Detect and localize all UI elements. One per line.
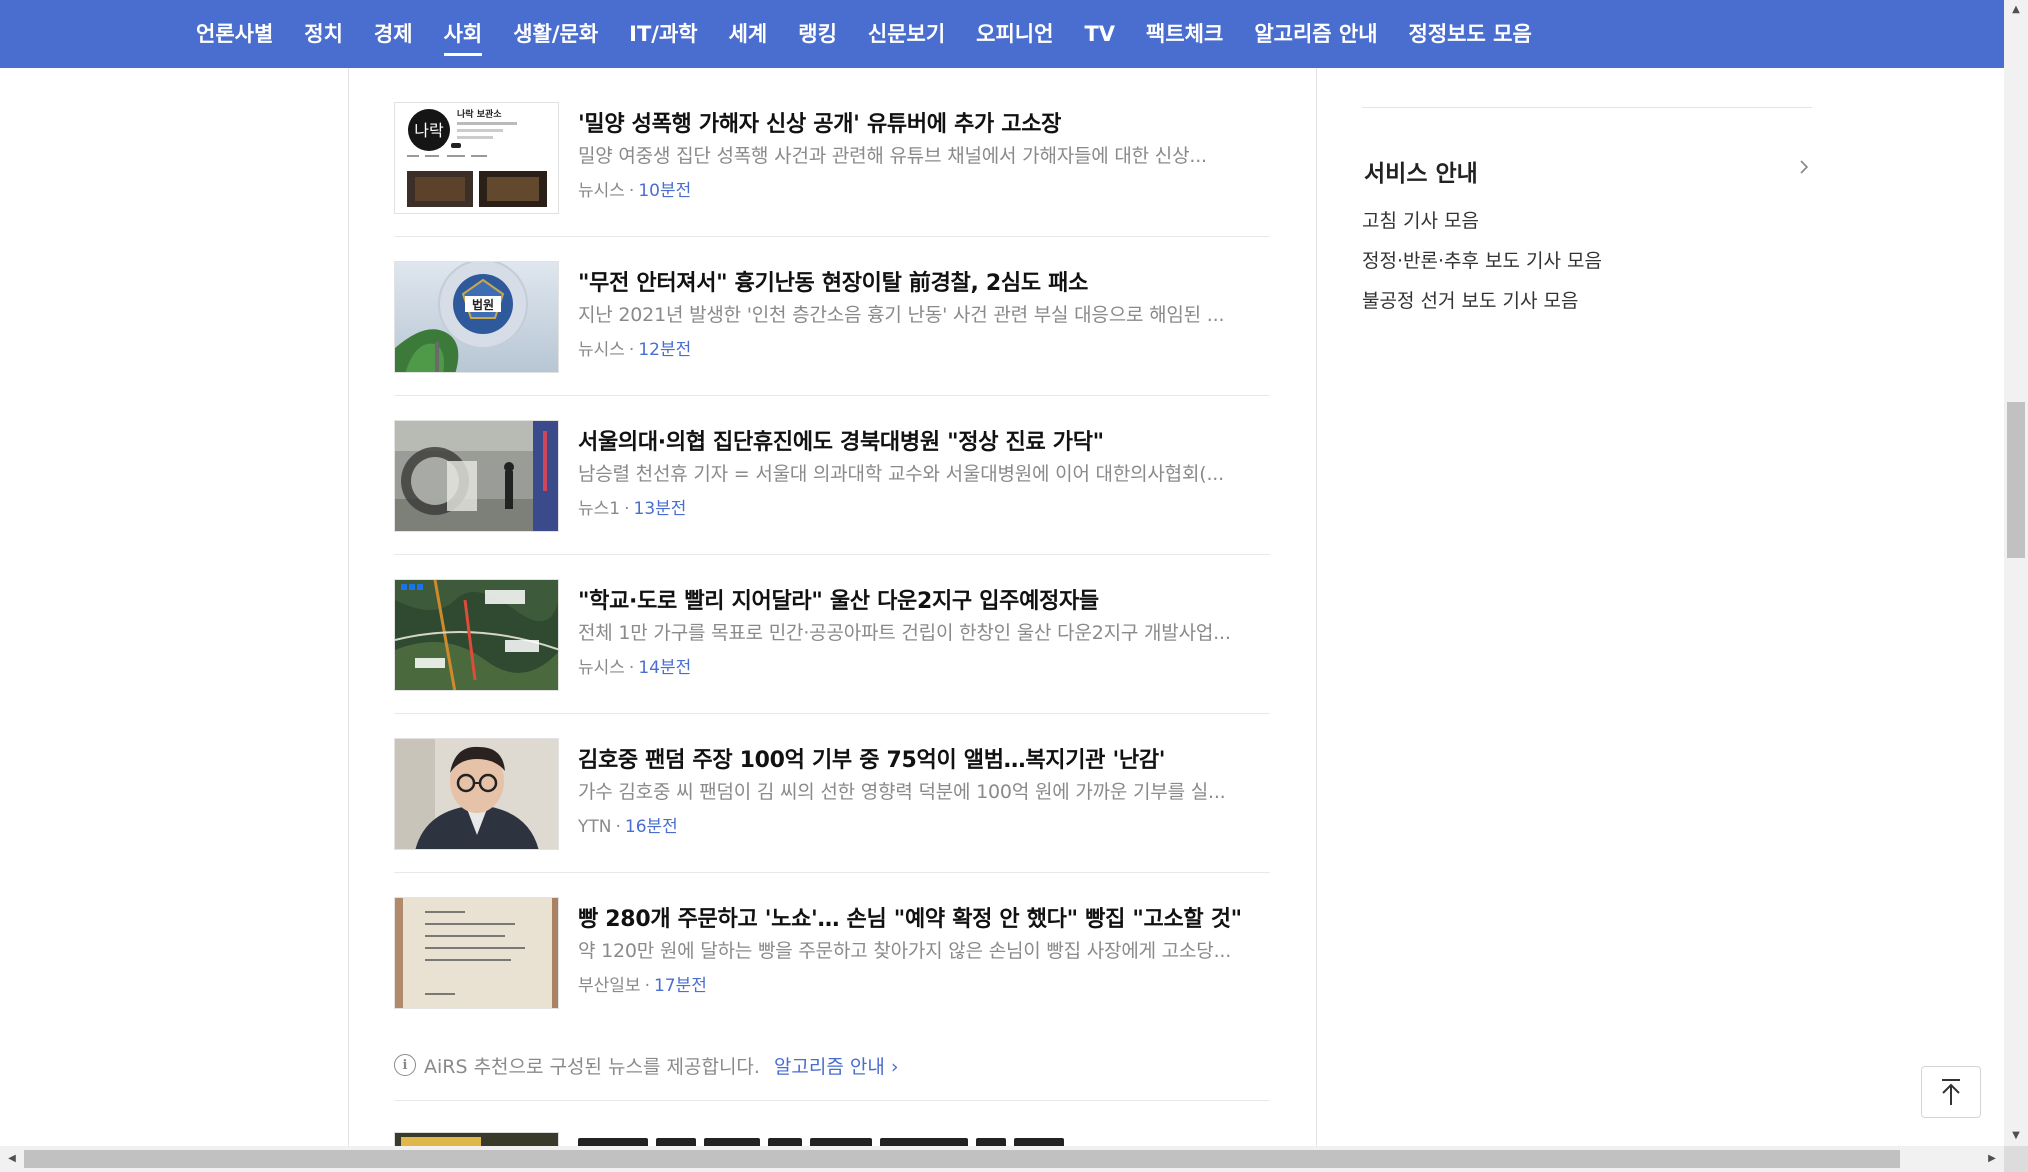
vertical-scrollbar-thumb[interactable]	[2007, 402, 2025, 558]
article-title-cropped	[578, 1132, 1138, 1147]
article-list: 나락 나락 보관소 '밀양 성폭행 가해자 신상 공개' 유튜버에 추가 고소장…	[394, 78, 1270, 1032]
airs-notice: i AiRS 추천으로 구성된 뉴스를 제공합니다. 알고리즘 안내 ›	[394, 1030, 1270, 1100]
scroll-down-arrow-icon[interactable]: ▼	[2004, 1126, 2028, 1146]
article-source: YTN	[578, 817, 612, 837]
article-meta: 뉴스1 · 13분전	[578, 494, 686, 519]
nav-item[interactable]: 경제	[374, 0, 413, 68]
article-meta: 뉴시스 · 14분전	[578, 653, 691, 678]
nav-item[interactable]: 팩트체크	[1146, 0, 1223, 68]
arrow-up-icon	[1942, 1079, 1960, 1105]
list-item[interactable]: "학교·도로 빨리 지어달라" 울산 다운2지구 입주예정자들 전체 1만 가구…	[394, 555, 1270, 714]
nav-menu: 언론사별 정치 경제 사회 생활/문화 IT/과학 세계 랭킹 신문보기 오피니언 TV 팩트체크 알고…	[196, 0, 1563, 68]
service-link-corrected-articles[interactable]: 고침 기사 모음	[1362, 206, 1479, 233]
meta-separator: ·	[628, 181, 635, 201]
meta-separator: ·	[644, 976, 650, 996]
chevron-right-icon[interactable]	[1797, 160, 1811, 174]
article-title[interactable]: "무전 안터져서" 흉기난동 현장이탈 前경찰, 2심도 패소	[578, 265, 1270, 297]
nav-item[interactable]: 오피니언	[976, 0, 1053, 68]
article-title[interactable]: 빵 280개 주문하고 '노쇼'… 손님 "예약 확정 안 했다" 빵집 "고소…	[578, 901, 1270, 933]
info-icon: i	[394, 1054, 416, 1076]
list-item[interactable]: 나락 나락 보관소 '밀양 성폭행 가해자 신상 공개' 유튜버에 추가 고소장…	[394, 78, 1270, 237]
article-meta: 뉴시스 · 10분전	[578, 176, 691, 201]
article-meta: 부산일보 · 17분전	[578, 971, 707, 996]
article-title[interactable]: 김호중 팬덤 주장 100억 기부 중 75억이 앨범…복지기관 '난감'	[578, 742, 1270, 774]
content-border-left	[348, 68, 349, 1146]
scrollbar-corner	[2004, 1146, 2028, 1172]
back-to-top-button[interactable]	[1921, 1066, 1981, 1118]
article-summary[interactable]: 가수 김호중 씨 팬덤이 김 씨의 선한 영향력 덕분에 100억 원에 가까운…	[578, 777, 1270, 804]
nav-item[interactable]: 생활/문화	[513, 0, 598, 68]
meta-separator: ·	[615, 817, 621, 837]
content-border-right	[1316, 68, 1317, 1146]
article-summary[interactable]: 밀양 여중생 집단 성폭행 사건과 관련해 유튜브 채널에서 가해자들에 대한 …	[578, 141, 1270, 168]
article-summary[interactable]: 지난 2021년 발생한 '인천 층간소음 흉기 난동' 사건 관련 부실 대응…	[578, 300, 1270, 327]
article-title[interactable]: 서울의대·의협 집단휴진에도 경북대병원 "정상 진료 가닥"	[578, 424, 1270, 456]
nav-item[interactable]: 신문보기	[868, 0, 945, 68]
nav-item[interactable]: 세계	[729, 0, 768, 68]
divider	[1362, 107, 1812, 108]
article-source: 뉴시스	[578, 340, 625, 360]
list-item[interactable]: 서울의대·의협 집단휴진에도 경북대병원 "정상 진료 가닥" 남승렬 천선휴 …	[394, 396, 1270, 555]
meta-separator: ·	[628, 658, 635, 678]
article-time: 10분전	[638, 181, 692, 201]
thumb-channel-name: 나락 보관소	[457, 108, 502, 120]
article-title[interactable]: "학교·도로 빨리 지어달라" 울산 다운2지구 입주예정자들	[578, 583, 1270, 615]
article-summary[interactable]: 전체 1만 가구를 목표로 민간·공공아파트 건립이 한창인 울산 다운2지구 …	[578, 618, 1270, 645]
algorithm-guide-link-label: 알고리즘 안내	[773, 1055, 885, 1078]
article-source: 뉴시스	[578, 658, 625, 678]
article-time: 13분전	[633, 499, 687, 519]
algorithm-guide-link[interactable]: 알고리즘 안내 ›	[774, 1052, 899, 1079]
meta-separator: ·	[628, 340, 635, 360]
article-thumbnail[interactable]	[394, 897, 559, 1009]
horizontal-scrollbar-thumb[interactable]	[24, 1150, 1900, 1168]
list-item[interactable]: 법원 "무전 안터져서" 흉기난동 현장이탈 前경찰, 2심도 패소 지난 20…	[394, 237, 1270, 396]
list-item-partial[interactable]	[394, 1132, 1270, 1147]
top-navigation: 언론사별 정치 경제 사회 생활/문화 IT/과학 세계 랭킹 신문보기 오피니언 TV 팩트체크 알고…	[0, 0, 2004, 68]
list-item[interactable]: 김호중 팬덤 주장 100억 기부 중 75억이 앨범…복지기관 '난감' 가수…	[394, 714, 1270, 873]
article-source: 뉴스1	[578, 499, 621, 519]
meta-separator: ·	[624, 499, 630, 519]
nav-item[interactable]: 랭킹	[798, 0, 837, 68]
nav-item[interactable]: 언론사별	[196, 0, 273, 68]
article-thumbnail[interactable]	[394, 420, 559, 532]
list-item[interactable]: 빵 280개 주문하고 '노쇼'… 손님 "예약 확정 안 했다" 빵집 "고소…	[394, 873, 1270, 1032]
nav-item[interactable]: 정치	[304, 0, 343, 68]
article-time: 12분전	[638, 340, 692, 360]
article-time: 17분전	[653, 976, 707, 996]
article-source: 부산일보	[578, 976, 641, 996]
chevron-right-icon: ›	[890, 1055, 899, 1078]
article-thumbnail[interactable]	[394, 579, 559, 691]
article-summary[interactable]: 약 120만 원에 달하는 빵을 주문하고 찾아가지 않은 손님이 빵집 사장에…	[578, 936, 1270, 963]
article-time: 16분전	[624, 817, 678, 837]
horizontal-scrollbar[interactable]: ◀ ▶	[0, 1146, 2004, 1172]
service-link-unfair-election-reports[interactable]: 불공정 선거 보도 기사 모음	[1362, 286, 1578, 313]
article-time: 14분전	[638, 658, 692, 678]
scroll-right-arrow-icon[interactable]: ▶	[1980, 1146, 2004, 1172]
article-meta: 뉴시스 · 12분전	[578, 335, 691, 360]
divider	[394, 1100, 1270, 1101]
nav-item[interactable]: 정정보도 모음	[1409, 0, 1532, 68]
vertical-scrollbar[interactable]: ▲ ▼	[2004, 0, 2028, 1146]
nav-item[interactable]: TV	[1084, 0, 1115, 68]
scroll-up-arrow-icon[interactable]: ▲	[2004, 0, 2028, 20]
article-title[interactable]: '밀양 성폭행 가해자 신상 공개' 유튜버에 추가 고소장	[578, 106, 1270, 138]
nav-item[interactable]: 알고리즘 안내	[1254, 0, 1377, 68]
scroll-left-arrow-icon[interactable]: ◀	[0, 1146, 24, 1172]
article-thumbnail[interactable]	[394, 738, 559, 850]
service-guide-title[interactable]: 서비스 안내	[1364, 154, 1478, 188]
thumb-court-label: 법원	[472, 297, 494, 312]
article-summary[interactable]: 남승렬 천선휴 기자 = 서울대 의과대학 교수와 서울대병원에 이어 대한의사…	[578, 459, 1270, 486]
article-thumbnail[interactable]: 법원	[394, 261, 559, 373]
thumb-logo-text: 나락	[414, 121, 444, 140]
nav-item[interactable]: 사회	[443, 0, 482, 68]
article-thumbnail[interactable]: 나락 나락 보관소	[394, 102, 559, 214]
service-link-correction-reports[interactable]: 정정·반론·추후 보도 기사 모음	[1362, 246, 1602, 273]
nav-item[interactable]: IT/과학	[629, 0, 697, 68]
article-thumbnail[interactable]	[394, 1132, 559, 1147]
article-source: 뉴시스	[578, 181, 625, 201]
airs-notice-text: AiRS 추천으로 구성된 뉴스를 제공합니다.	[424, 1055, 760, 1078]
article-meta: YTN · 16분전	[578, 812, 678, 837]
